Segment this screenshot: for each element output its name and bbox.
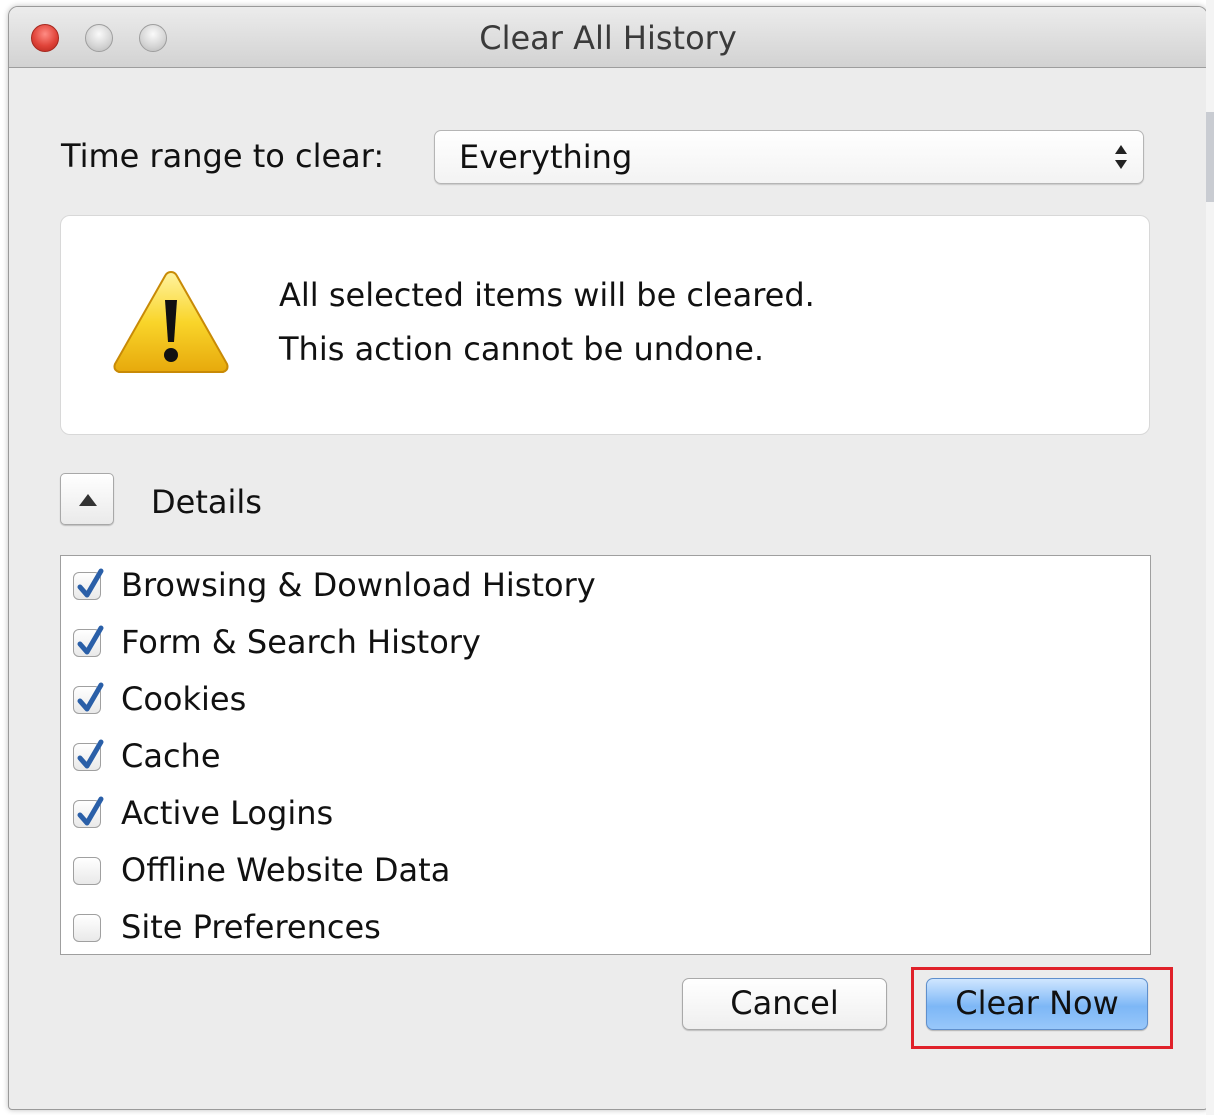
time-range-selected-value: Everything [459,138,633,176]
list-item-label: Form & Search History [121,623,481,661]
list-item-site-preferences[interactable]: Site Preferences [61,902,1141,952]
list-item-label: Browsing & Download History [121,566,596,604]
list-item-offline-website-data[interactable]: Offline Website Data [61,845,1141,895]
list-item-label: Cache [121,737,221,775]
checkmark-icon [77,739,104,769]
history-items-list: Browsing & Download History Form & Searc… [60,555,1151,955]
cache-checkbox[interactable] [73,739,104,771]
warning-icon [109,266,233,378]
time-range-select[interactable]: Everything [434,130,1144,184]
warning-panel: All selected items will be cleared. This… [60,215,1150,435]
site-preferences-checkbox[interactable] [73,914,101,942]
title-bar[interactable]: Clear All History [9,7,1207,68]
list-item-active-logins[interactable]: Active Logins [61,788,1141,838]
warning-line-2: This action cannot be undone. [279,330,765,368]
cancel-button[interactable]: Cancel [682,978,887,1030]
warning-message: All selected items will be cleared. This… [279,268,815,376]
offline-website-data-checkbox[interactable] [73,857,101,885]
background-window-mark [1206,112,1214,202]
list-item-label: Site Preferences [121,908,381,946]
list-item-form-search-history[interactable]: Form & Search History [61,617,1141,667]
active-logins-checkbox[interactable] [73,796,104,828]
clear-now-highlight-box [911,967,1173,1049]
browsing-history-checkbox[interactable] [73,568,104,600]
list-item-label: Cookies [121,680,247,718]
warning-line-1: All selected items will be cleared. [279,276,815,314]
cookies-checkbox[interactable] [73,682,104,714]
list-item-cookies[interactable]: Cookies [61,674,1141,724]
window-title: Clear All History [479,19,737,57]
time-range-label: Time range to clear: [61,137,385,175]
details-label: Details [151,483,262,521]
details-toggle-button[interactable] [60,473,114,525]
clear-history-dialog: Clear All History Time range to clear: E… [8,6,1208,1110]
list-item-label: Active Logins [121,794,334,832]
triangle-up-icon [79,494,97,506]
checkmark-icon [77,625,104,655]
background-window-edge [1206,0,1214,1115]
checkmark-icon [77,796,104,826]
list-item-browsing-history[interactable]: Browsing & Download History [61,560,1141,610]
select-arrows-icon [1113,139,1129,175]
list-item-label: Offline Website Data [121,851,451,889]
checkmark-icon [77,682,104,712]
form-search-history-checkbox[interactable] [73,625,104,657]
list-item-cache[interactable]: Cache [61,731,1141,781]
checkmark-icon [77,568,104,598]
